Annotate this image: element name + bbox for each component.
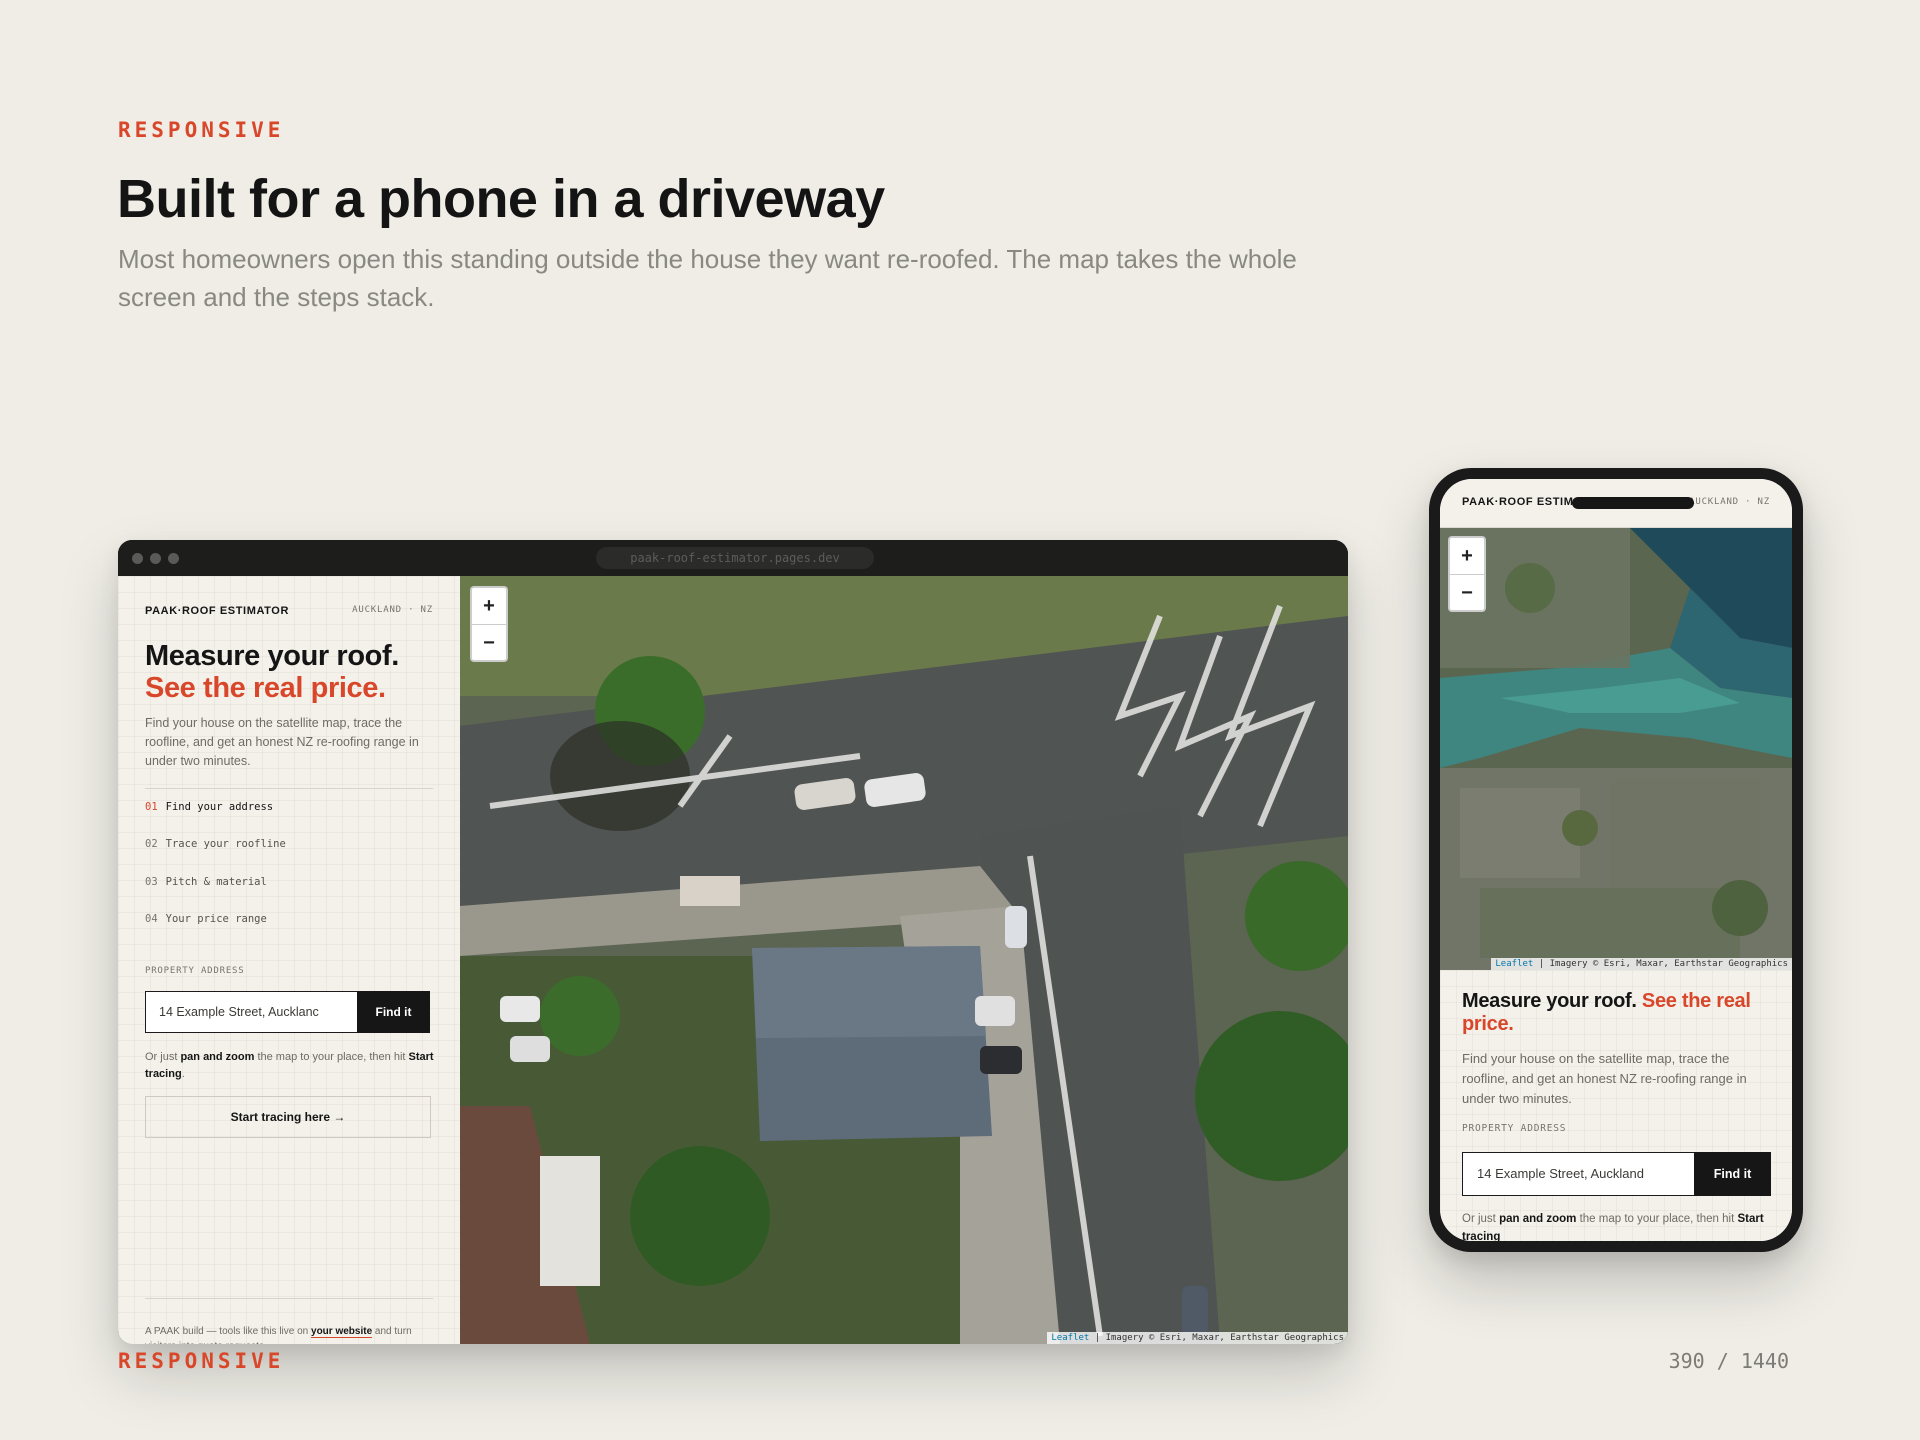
hint-text: the map to your place, then hit xyxy=(1576,1213,1738,1225)
hint-emphasis: pan and zoom xyxy=(180,1051,255,1063)
step-label: Find your address xyxy=(165,801,274,813)
footer-section-label: RESPONSIVE xyxy=(118,1349,285,1373)
satellite-imagery xyxy=(1440,528,1792,970)
attribution-text: | Imagery © Esri, Maxar, Earthstar Geogr… xyxy=(1089,1333,1344,1343)
window-close-dot[interactable] xyxy=(132,553,143,564)
section-title: Built for a phone in a driveway xyxy=(117,169,885,229)
window-minimize-dot[interactable] xyxy=(150,553,161,564)
map-zoom-controls: + − xyxy=(470,586,508,662)
step-number: 01 xyxy=(145,801,158,813)
satellite-map[interactable]: + − Leaflet | Imagery © Esri, Maxar, Ear… xyxy=(460,576,1348,1344)
step-label: Your price range xyxy=(165,913,267,925)
phone-screen: PAAK·ROOF ESTIMATOR AUCKLAND · NZ + − Le… xyxy=(1440,479,1792,1241)
pan-zoom-hint: Or just pan and zoom the map to your pla… xyxy=(145,1049,435,1083)
website-link[interactable]: your website xyxy=(311,1326,373,1338)
browser-titlebar: paak-roof-estimator.pages.dev xyxy=(118,540,1348,576)
satellite-imagery xyxy=(460,576,1348,1344)
url-bar[interactable]: paak-roof-estimator.pages.dev xyxy=(596,547,874,569)
mobile-content: Measure your roof. See the real price. F… xyxy=(1440,970,1792,1241)
panel-title-line1: Measure your roof. xyxy=(145,640,399,672)
pan-zoom-hint: Or just pan and zoom the map to your pla… xyxy=(1462,1210,1772,1241)
hint-text: . xyxy=(181,1068,185,1080)
phone-notch xyxy=(1572,497,1694,509)
zoom-in-button[interactable]: + xyxy=(472,588,506,624)
footer-text: A PAAK build — tools like this live on xyxy=(145,1326,312,1337)
step-find-address[interactable]: 01 Find your address xyxy=(145,801,273,813)
zoom-in-button[interactable]: + xyxy=(1450,538,1484,574)
hint-text: the map to your place, then hit xyxy=(254,1051,409,1063)
location-label: AUCKLAND · NZ xyxy=(1689,497,1770,507)
address-input[interactable]: 14 Example Street, Aucklanc xyxy=(145,991,357,1033)
address-label: PROPERTY ADDRESS xyxy=(1462,1123,1567,1134)
panel-title-line2: See the real price. xyxy=(145,672,386,704)
mobile-title: Measure your roof. See the real price. xyxy=(1462,990,1762,1036)
mobile-phone-mockup: PAAK·ROOF ESTIMATOR AUCKLAND · NZ + − Le… xyxy=(1429,468,1803,1252)
leaflet-link[interactable]: Leaflet xyxy=(1051,1333,1089,1343)
address-input[interactable]: 14 Example Street, Auckland xyxy=(1462,1152,1694,1196)
hint-emphasis: pan and zoom xyxy=(1499,1213,1577,1225)
section-subtitle: Most homeowners open this standing outsi… xyxy=(118,244,1297,312)
panel-title: Measure your roof. See the real price. xyxy=(145,640,445,704)
step-pitch-material[interactable]: 03 Pitch & material xyxy=(145,876,267,888)
estimator-side-panel: PAAK·ROOF ESTIMATOR AUCKLAND · NZ Measur… xyxy=(118,576,460,1344)
find-it-button[interactable]: Find it xyxy=(1694,1152,1771,1196)
step-number: 02 xyxy=(145,838,158,850)
step-label: Trace your roofline xyxy=(165,838,286,850)
map-zoom-controls: + − xyxy=(1448,536,1486,612)
satellite-map[interactable]: + − Leaflet | Imagery © Esri, Maxar, Ear… xyxy=(1440,528,1792,970)
hint-text: Or just xyxy=(1462,1213,1500,1225)
location-label: AUCKLAND · NZ xyxy=(352,605,433,615)
panel-description: Find your house on the satellite map, tr… xyxy=(145,716,419,768)
map-attribution: Leaflet | Imagery © Esri, Maxar, Earthst… xyxy=(1491,958,1792,970)
zoom-out-button[interactable]: − xyxy=(1450,574,1484,610)
panel-footer-note: A PAAK build — tools like this live on y… xyxy=(145,1324,435,1344)
hint-text: Or just xyxy=(145,1051,181,1063)
step-number: 03 xyxy=(145,876,158,888)
mobile-description: Find your house on the satellite map, tr… xyxy=(1462,1051,1747,1106)
leaflet-link[interactable]: Leaflet xyxy=(1495,959,1533,969)
step-number: 04 xyxy=(145,913,158,925)
desktop-browser-mockup: paak-roof-estimator.pages.dev PAAK·ROOF … xyxy=(118,540,1348,1344)
divider xyxy=(145,788,433,789)
zoom-out-button[interactable]: − xyxy=(472,624,506,660)
mobile-title-plain: Measure your roof. xyxy=(1462,990,1642,1012)
brand-logo[interactable]: PAAK·ROOF ESTIMATOR xyxy=(145,605,289,617)
footer-page-counter: 390 / 1440 xyxy=(1668,1349,1789,1373)
window-maximize-dot[interactable] xyxy=(168,553,179,564)
step-label: Pitch & material xyxy=(165,876,267,888)
step-trace-roofline[interactable]: 02 Trace your roofline xyxy=(145,838,286,850)
step-price-range[interactable]: 04 Your price range xyxy=(145,913,267,925)
start-tracing-button[interactable]: Start tracing here → xyxy=(145,1096,431,1138)
map-attribution: Leaflet | Imagery © Esri, Maxar, Earthst… xyxy=(1047,1332,1348,1344)
section-eyebrow: RESPONSIVE xyxy=(118,118,285,142)
address-label: PROPERTY ADDRESS xyxy=(145,966,245,976)
divider xyxy=(145,1298,433,1299)
find-it-button[interactable]: Find it xyxy=(357,991,430,1033)
attribution-text: | Imagery © Esri, Maxar, Earthstar Geogr… xyxy=(1533,959,1788,969)
